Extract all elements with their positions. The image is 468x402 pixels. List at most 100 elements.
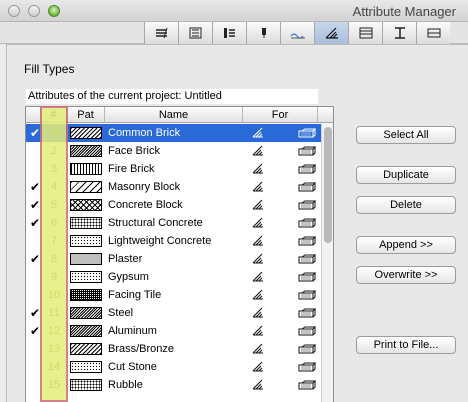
column-header-pattern[interactable]: Pat <box>67 107 105 123</box>
table-row[interactable]: ✔ 6 Structural Concrete <box>26 214 324 232</box>
fill-name: Facing Tile <box>108 289 162 301</box>
tab-zones[interactable] <box>416 22 450 44</box>
fill-pattern-swatch <box>70 217 102 229</box>
fill-type-icon <box>252 217 263 228</box>
fill-pattern-swatch <box>70 361 102 373</box>
close-window-icon[interactable] <box>8 5 20 17</box>
row-checkmark[interactable]: ✔ <box>30 215 40 231</box>
table-row[interactable]: ✔ 1 Common Brick <box>26 124 324 142</box>
row-checkmark[interactable]: ✔ <box>30 125 40 141</box>
tab-profiles[interactable] <box>382 22 416 44</box>
fill-name: Common Brick <box>108 127 181 139</box>
fill-pattern-swatch <box>70 181 102 193</box>
table-row[interactable]: 10 Facing Tile <box>26 286 324 304</box>
fill-type-icon <box>252 235 263 246</box>
row-checkmark[interactable]: ✔ <box>30 197 40 213</box>
select-all-button[interactable]: Select All <box>356 126 456 144</box>
fill-types-icon <box>325 27 338 39</box>
fill-name: Concrete Block <box>108 199 183 211</box>
print-to-file-button[interactable]: Print to File... <box>356 336 456 354</box>
fill-name: Cut Stone <box>108 361 157 373</box>
table-row[interactable]: 2 Face Brick <box>26 142 324 160</box>
surface-type-icon <box>298 344 316 354</box>
row-number: 5 <box>50 199 58 211</box>
row-checkmark[interactable]: ✔ <box>30 251 40 267</box>
fill-type-icon <box>252 361 263 372</box>
surface-type-icon <box>298 218 316 228</box>
fill-type-icon <box>252 163 263 174</box>
row-number: 4 <box>50 181 58 193</box>
row-number: 14 <box>47 361 61 373</box>
fill-name: Rubble <box>108 379 143 391</box>
fill-pattern-swatch <box>70 271 102 283</box>
fill-pattern-swatch <box>70 253 102 265</box>
table-row[interactable]: ✔ 8 Plaster <box>26 250 324 268</box>
table-row[interactable]: ✔ 4 Masonry Block <box>26 178 324 196</box>
column-header-for[interactable]: For <box>243 107 318 123</box>
zones-icon <box>427 28 440 38</box>
section-title: Fill Types <box>24 62 75 76</box>
tab-pen[interactable] <box>246 22 280 44</box>
row-number: 10 <box>47 289 61 301</box>
fill-pattern-swatch <box>70 235 102 247</box>
tab-surface[interactable] <box>280 22 314 44</box>
column-header-check <box>26 107 41 123</box>
column-header-number[interactable]: # <box>41 107 67 123</box>
tab-fill-types[interactable] <box>314 22 348 44</box>
surface-type-icon <box>298 326 316 336</box>
table-row[interactable]: 9 Gypsum <box>26 268 324 286</box>
table-row[interactable]: 14 Cut Stone <box>26 358 324 376</box>
window-title: Attribute Manager <box>352 4 456 19</box>
table-row[interactable]: ✔ 11 Steel <box>26 304 324 322</box>
row-number: 9 <box>50 271 58 283</box>
scrollbar-thumb[interactable] <box>324 127 332 243</box>
line-types-icon <box>223 28 235 38</box>
fill-pattern-swatch <box>70 199 102 211</box>
row-checkmark[interactable]: ✔ <box>30 179 40 195</box>
surface-type-icon <box>298 308 316 318</box>
fill-type-icon <box>252 181 263 192</box>
row-number: 13 <box>47 343 61 355</box>
row-checkmark[interactable]: ✔ <box>30 323 40 339</box>
surface-type-icon <box>298 200 316 210</box>
fill-type-icon <box>252 199 263 210</box>
overwrite-button[interactable]: Overwrite >> <box>356 266 456 284</box>
table-row[interactable]: ✔ 12 Aluminum <box>26 322 324 340</box>
append-button[interactable]: Append >> <box>356 236 456 254</box>
delete-button[interactable]: Delete <box>356 196 456 214</box>
fill-name: Plaster <box>108 253 143 265</box>
tab-pens[interactable] <box>178 22 212 44</box>
zoom-window-icon[interactable] <box>48 5 60 17</box>
table-row[interactable]: 3 Fire Brick <box>26 160 324 178</box>
fill-type-icon <box>252 271 263 282</box>
tab-composites[interactable] <box>348 22 382 44</box>
fill-types-table: # Pat Name For ✔ 1 Common Brick 2 Face Brick… <box>25 106 334 402</box>
table-row[interactable]: ✔ 5 Concrete Block <box>26 196 324 214</box>
fill-name: Masonry Block <box>108 181 181 193</box>
layers-icon <box>155 27 167 39</box>
profiles-icon <box>394 27 405 39</box>
fill-name: Gypsum <box>108 271 149 283</box>
row-checkmark[interactable]: ✔ <box>30 305 40 321</box>
composites-icon <box>359 27 372 39</box>
fill-pattern-swatch <box>70 343 102 355</box>
surface-type-icon <box>298 290 316 300</box>
fill-type-icon <box>252 343 263 354</box>
row-number: 1 <box>50 127 58 139</box>
tab-layers[interactable] <box>144 22 178 44</box>
duplicate-button[interactable]: Duplicate <box>356 166 456 184</box>
table-row[interactable]: 15 Rubble <box>26 376 324 394</box>
row-number: 15 <box>47 379 61 391</box>
table-scrollbar[interactable] <box>321 123 333 402</box>
row-number: 6 <box>50 217 58 229</box>
fill-name: Brass/Bronze <box>108 343 175 355</box>
tab-line-types[interactable] <box>212 22 246 44</box>
surface-type-icon <box>298 146 316 156</box>
table-row[interactable]: 13 Brass/Bronze <box>26 340 324 358</box>
minimize-window-icon[interactable] <box>28 5 40 17</box>
row-number: 11 <box>48 307 60 319</box>
surface-type-icon <box>298 272 316 282</box>
column-header-name[interactable]: Name <box>105 107 243 123</box>
table-row[interactable]: 7 Lightweight Concrete <box>26 232 324 250</box>
surface-icon <box>290 33 305 39</box>
